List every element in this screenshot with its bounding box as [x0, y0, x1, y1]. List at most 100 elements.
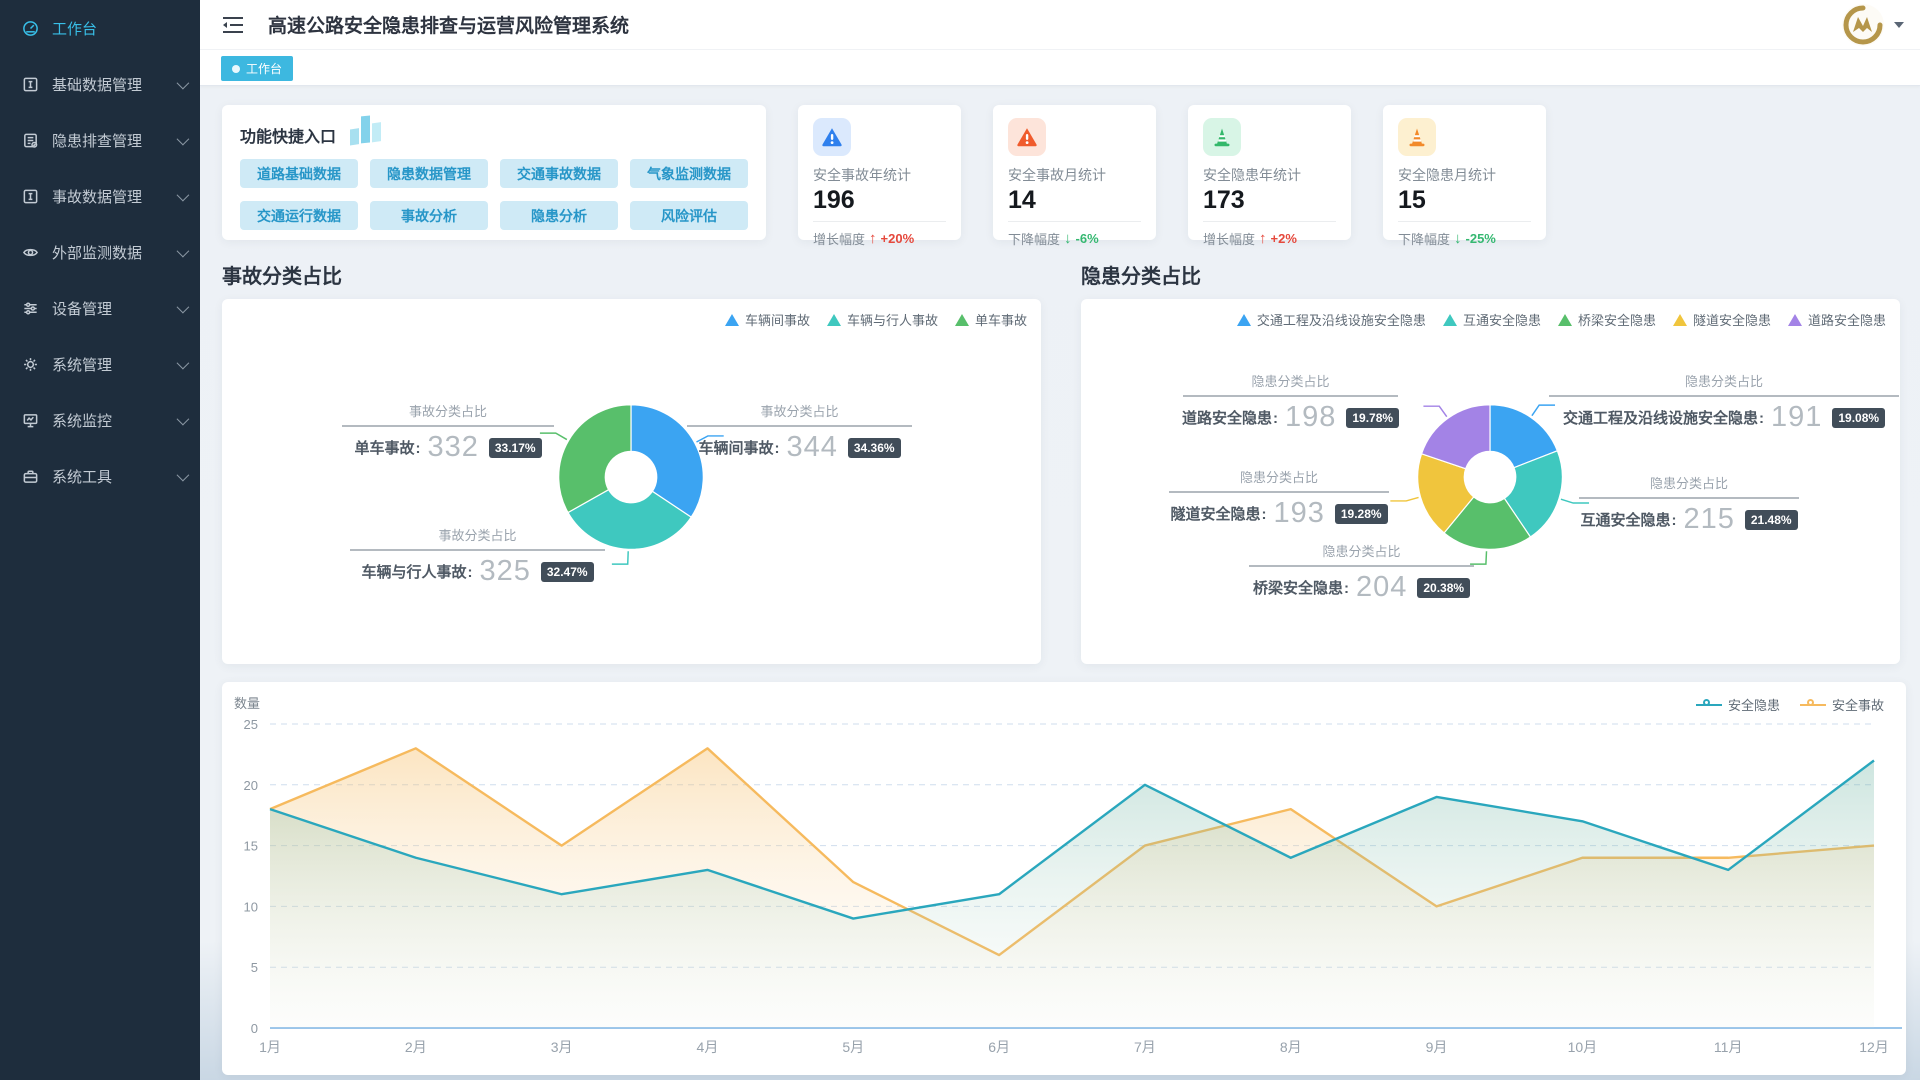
eye-icon: [22, 243, 40, 261]
legend-triangle-icon: [955, 314, 969, 326]
donut-chart: [222, 299, 1041, 664]
chevron-down-icon: [177, 300, 190, 313]
chevron-down-icon: [177, 76, 190, 89]
legend-triangle-icon: [725, 314, 739, 326]
toolbox-icon: [22, 467, 40, 485]
document-check-icon: [22, 131, 40, 149]
svg-text:20: 20: [244, 778, 258, 793]
chevron-down-icon: [177, 356, 190, 369]
sidebar-item-hazard-check[interactable]: 隐患排查管理: [0, 112, 200, 168]
traffic-cone-icon: [1398, 118, 1436, 156]
chevron-down-icon: [177, 132, 190, 145]
trend-arrow-icon: ↑: [869, 230, 877, 247]
svg-text:6月: 6月: [988, 1039, 1010, 1055]
pie-callout-interchange: 隐患分类占比 互通安全隐患 215 21.48%: [1579, 473, 1799, 536]
sidebar-item-workbench[interactable]: 工作台: [0, 0, 200, 56]
tab-workbench[interactable]: 工作台: [221, 56, 293, 81]
alert-triangle-icon: [813, 118, 851, 156]
legend-label: 隧道安全隐患: [1693, 310, 1771, 329]
gear-icon: [22, 355, 40, 373]
pie-callout-road: 隐患分类占比 道路安全隐患 198 19.78%: [1183, 371, 1398, 434]
svg-text:5月: 5月: [842, 1039, 864, 1055]
app-title: 高速公路安全隐患排查与运营风险管理系统: [268, 11, 629, 38]
svg-text:8月: 8月: [1280, 1039, 1302, 1055]
data-box-icon: [22, 75, 40, 93]
svg-text:10: 10: [244, 899, 258, 914]
svg-text:25: 25: [244, 717, 258, 732]
sidebar-item-accident-data[interactable]: 事故数据管理: [0, 168, 200, 224]
legend-triangle-icon: [1443, 314, 1457, 326]
chevron-down-icon[interactable]: [1894, 22, 1904, 28]
legend-item[interactable]: 交通工程及沿线设施安全隐患: [1237, 310, 1426, 329]
chevron-down-icon: [177, 412, 190, 425]
legend-item[interactable]: 安全事故: [1800, 695, 1884, 714]
sidebar-item-system-monitor[interactable]: 系统监控: [0, 392, 200, 448]
section-title-accident-pie: 事故分类占比: [222, 260, 1041, 289]
quick-panel-title: 功能快捷入口: [240, 123, 336, 147]
svg-text:12月: 12月: [1859, 1039, 1889, 1055]
monitor-icon: [22, 411, 40, 429]
legend-label: 交通工程及沿线设施安全隐患: [1257, 310, 1426, 329]
sidebar-item-system-tools[interactable]: 系统工具: [0, 448, 200, 504]
accident-pie-chart: 车辆间事故车辆与行人事故单车事故 事故分类占比 单车事故 332 33.17% …: [222, 299, 1041, 664]
svg-text:1月: 1月: [259, 1039, 281, 1055]
svg-text:0: 0: [251, 1021, 258, 1036]
legend-item[interactable]: 桥梁安全隐患: [1558, 310, 1656, 329]
legend-line-marker-icon: [1800, 699, 1826, 710]
svg-text:15: 15: [244, 839, 258, 854]
sidebar-item-basic-data[interactable]: 基础数据管理: [0, 56, 200, 112]
quick-button-traffic-operation-data[interactable]: 交通运行数据: [240, 201, 358, 230]
legend-label: 车辆间事故: [745, 310, 810, 329]
legend-triangle-icon: [1673, 314, 1687, 326]
legend-triangle-icon: [1558, 314, 1572, 326]
legend-triangle-icon: [1788, 314, 1802, 326]
alert-triangle-icon: [1008, 118, 1046, 156]
trend-chart-legend: 安全隐患 安全事故: [1696, 695, 1884, 714]
svg-text:数量: 数量: [234, 696, 260, 711]
legend-item[interactable]: 安全隐患: [1696, 695, 1780, 714]
quick-button-risk-assessment[interactable]: 风险评估: [630, 201, 748, 230]
hazard-pie-chart: 交通工程及沿线设施安全隐患 互通安全隐患桥梁安全隐患 隧道安全隐患 道路安全隐患 隐患…: [1081, 299, 1900, 664]
section-title-hazard-pie: 隐患分类占比: [1081, 260, 1900, 289]
trend-arrow-icon: ↓: [1064, 230, 1072, 247]
pie-callout-vehicle-vehicle: 事故分类占比 车辆间事故 344 34.36%: [687, 401, 912, 464]
legend-item[interactable]: 隧道安全隐患: [1673, 310, 1771, 329]
legend-item[interactable]: 单车事故: [955, 310, 1027, 329]
avatar[interactable]: [1841, 3, 1885, 47]
sidebar-item-external-monitoring[interactable]: 外部监测数据: [0, 224, 200, 280]
legend-triangle-icon: [1237, 314, 1251, 326]
legend-item[interactable]: 车辆间事故: [725, 310, 810, 329]
line-chart: 0510152025数量月1月2月3月4月5月6月7月8月9月10月11月12月: [222, 682, 1906, 1075]
stat-card-accident-year: 安全事故年统计 196 增长幅度 ↑ +20%: [798, 105, 961, 240]
legend-item[interactable]: 道路安全隐患: [1788, 310, 1886, 329]
stat-card-hazard-month: 安全隐患月统计 15 下降幅度 ↓ -25%: [1383, 105, 1546, 240]
sliders-icon: [22, 299, 40, 317]
pie-callout-tunnel: 隐患分类占比 隧道安全隐患 193 19.28%: [1169, 467, 1389, 530]
trend-arrow-icon: ↑: [1259, 230, 1267, 247]
svg-text:3月: 3月: [551, 1039, 573, 1055]
quick-entry-panel: 功能快捷入口 道路基础数据 隐患数据管理 交通事故数据 气象监测数据 交通运行数…: [222, 105, 766, 240]
legend-label: 安全隐患: [1728, 695, 1780, 714]
sidebar-item-equipment[interactable]: 设备管理: [0, 280, 200, 336]
pie-callout-bridge: 隐患分类占比 桥梁安全隐患 204 20.38%: [1249, 541, 1474, 604]
legend-item[interactable]: 互通安全隐患: [1443, 310, 1541, 329]
quick-button-road-basic-data[interactable]: 道路基础数据: [240, 159, 358, 188]
donut-slice[interactable]: [559, 405, 631, 513]
trend-line-chart: 安全隐患安全事故 0510152025数量月1月2月3月4月5月6月7月8月9月…: [222, 682, 1906, 1075]
legend-item[interactable]: 车辆与行人事故: [827, 310, 938, 329]
svg-text:4月: 4月: [697, 1039, 719, 1055]
legend-label: 互通安全隐患: [1463, 310, 1541, 329]
sidebar-collapse-icon[interactable]: [222, 16, 244, 34]
quick-button-accident-analysis[interactable]: 事故分析: [370, 201, 488, 230]
quick-button-hazard-data[interactable]: 隐患数据管理: [370, 159, 488, 188]
pie-callout-single-vehicle: 事故分类占比 单车事故 332 33.17%: [342, 401, 554, 464]
label-line: [1423, 406, 1446, 416]
quick-button-weather-monitoring[interactable]: 气象监测数据: [630, 159, 748, 188]
quick-button-traffic-accident-data[interactable]: 交通事故数据: [500, 159, 618, 188]
legend-label: 道路安全隐患: [1808, 310, 1886, 329]
sidebar-item-system-management[interactable]: 系统管理: [0, 336, 200, 392]
svg-text:10月: 10月: [1568, 1039, 1598, 1055]
quick-button-hazard-analysis[interactable]: 隐患分析: [500, 201, 618, 230]
tab-bar: 工作台: [200, 50, 1920, 86]
bar-chart-3d-icon: [346, 114, 386, 148]
